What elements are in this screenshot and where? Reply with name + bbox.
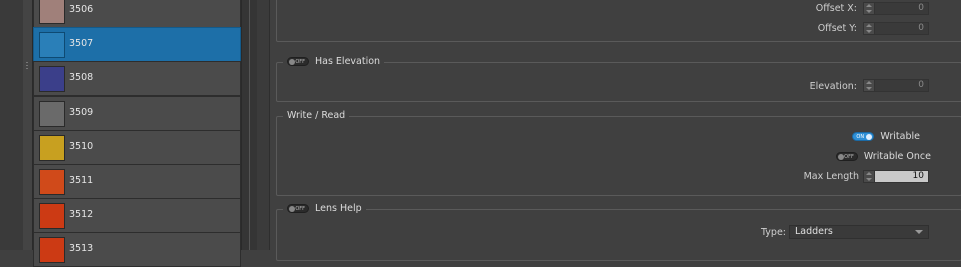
- item-id: 3512: [69, 209, 94, 220]
- has-elevation-title: Has Elevation: [315, 56, 381, 67]
- item-thumbnail: [39, 0, 65, 24]
- item-id: 3507: [69, 38, 94, 49]
- lens-help-header: OFF Lens Help: [283, 203, 366, 214]
- list-item-selected[interactable]: 3507: [33, 27, 241, 62]
- left-splitter[interactable]: [23, 0, 33, 250]
- item-id: 3513: [69, 243, 94, 254]
- writable-once-label: Writable Once: [863, 151, 931, 162]
- item-thumbnail: [39, 237, 65, 263]
- max-length-value: 10: [912, 171, 924, 181]
- item-thumbnail: [39, 101, 65, 127]
- splitter-line: [249, 0, 250, 250]
- offset-group: Offset X: 0 Offset Y: 0: [276, 0, 961, 42]
- item-id: 3509: [69, 107, 94, 118]
- list-item[interactable]: 3511: [33, 164, 241, 199]
- stepper-arrows-icon[interactable]: [864, 23, 875, 34]
- write-read-header: Write / Read: [283, 110, 350, 121]
- offset-y-stepper[interactable]: 0: [863, 22, 929, 35]
- splitter-grip: [26, 62, 28, 63]
- writable-label: Writable: [880, 131, 920, 142]
- splitter-grip: [26, 65, 28, 66]
- type-select-value: Ladders: [795, 226, 833, 237]
- offset-y-label: Offset Y:: [817, 23, 857, 34]
- item-thumbnail: [39, 203, 65, 229]
- offset-x-value: 0: [918, 3, 924, 13]
- lens-help-group: OFF Lens Help Type: Ladders: [276, 203, 961, 261]
- item-thumbnail: [39, 32, 65, 58]
- elevation-label: Elevation:: [809, 81, 857, 92]
- offset-x-label: Offset X:: [815, 3, 857, 14]
- splitter-grip: [26, 68, 28, 69]
- item-thumbnail: [39, 169, 65, 195]
- lens-help-toggle[interactable]: OFF: [287, 204, 309, 213]
- has-elevation-group: OFF Has Elevation Elevation: 0: [276, 56, 961, 102]
- writable-toggle[interactable]: ON: [852, 132, 875, 141]
- writable-once-row[interactable]: OFF Writable Once: [835, 151, 931, 162]
- item-id: 3508: [69, 72, 94, 83]
- writable-once-toggle[interactable]: OFF: [835, 152, 858, 161]
- type-label: Type:: [760, 227, 786, 238]
- offset-x-stepper[interactable]: 0: [863, 2, 929, 15]
- properties-scrollbar[interactable]: [257, 0, 270, 250]
- list-item[interactable]: 3509: [33, 96, 241, 131]
- item-id: 3511: [69, 175, 94, 186]
- max-length-stepper[interactable]: 10: [863, 170, 929, 183]
- has-elevation-toggle[interactable]: OFF: [287, 57, 309, 66]
- write-read-title: Write / Read: [287, 110, 346, 121]
- list-item[interactable]: 3508: [33, 61, 241, 96]
- item-id: 3510: [69, 141, 94, 152]
- item-thumbnail: [39, 135, 65, 161]
- elevation-value: 0: [918, 80, 924, 90]
- has-elevation-header: OFF Has Elevation: [283, 56, 385, 67]
- left-pane: [0, 0, 24, 250]
- stepper-arrows-icon[interactable]: [864, 171, 875, 182]
- write-read-group: Write / Read ON Writable OFF Writable On…: [276, 110, 961, 196]
- writable-row[interactable]: ON Writable: [852, 131, 920, 142]
- max-length-label: Max Length: [803, 171, 859, 182]
- item-id: 3506: [69, 4, 94, 15]
- stepper-arrows-icon[interactable]: [864, 3, 875, 14]
- item-thumbnail: [39, 66, 65, 92]
- elevation-stepper[interactable]: 0: [863, 79, 929, 92]
- offset-y-value: 0: [918, 23, 924, 33]
- list-item[interactable]: 3512: [33, 198, 241, 233]
- list-item[interactable]: 3510: [33, 130, 241, 165]
- list-item[interactable]: 3506: [33, 0, 241, 28]
- stepper-arrows-icon[interactable]: [864, 80, 875, 91]
- item-list: 3506 3507 3508 3509 3510 3511 3512 3513: [33, 0, 241, 267]
- type-select[interactable]: Ladders: [789, 225, 929, 239]
- chevron-down-icon: [915, 230, 923, 234]
- lens-help-title: Lens Help: [315, 203, 362, 214]
